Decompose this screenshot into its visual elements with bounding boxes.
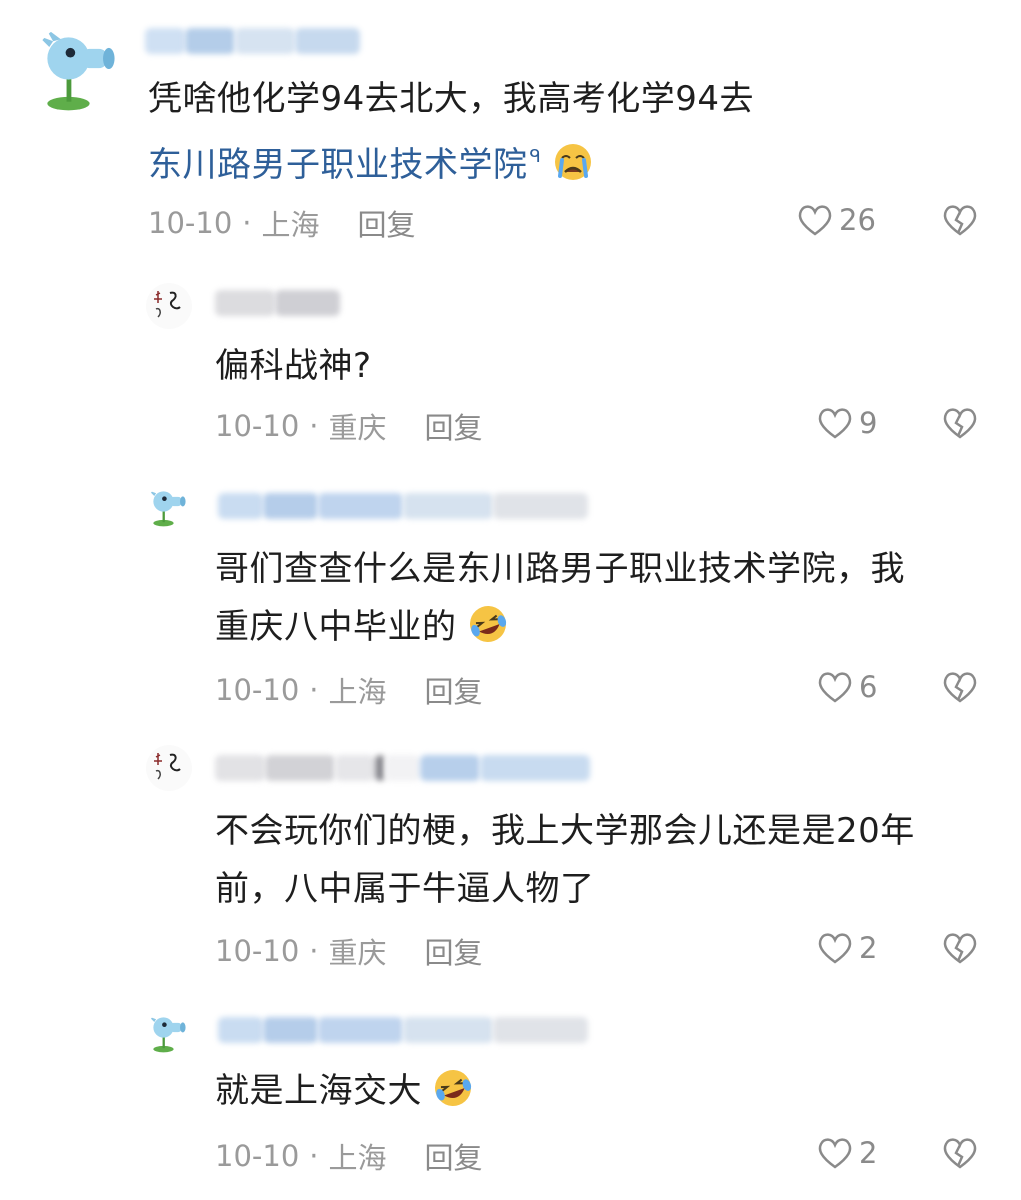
comment-text-line: 哥们查查什么是东川路男子职业技术学院，我 bbox=[215, 549, 905, 589]
like-button[interactable]: 9 bbox=[815, 403, 877, 443]
broken-heart-icon bbox=[943, 1138, 977, 1169]
comment-location: 重庆 bbox=[328, 411, 387, 445]
comment-date: 10-10 bbox=[215, 934, 300, 968]
crying-face-icon bbox=[553, 142, 593, 182]
broken-heart-icon bbox=[943, 933, 977, 964]
comment-date: 10-10 bbox=[148, 206, 233, 240]
broken-heart-icon bbox=[943, 205, 977, 236]
comment-meta: 10-10 · 上海 回复 bbox=[215, 1135, 483, 1177]
calligraphy-avatar[interactable] bbox=[146, 745, 192, 791]
heart-icon bbox=[818, 933, 852, 964]
rofl-face-icon bbox=[468, 604, 508, 644]
search-link[interactable]: 东川路男子职业技术学院 bbox=[148, 145, 528, 185]
reply-button[interactable]: 回复 bbox=[358, 202, 416, 244]
separator-dot: · bbox=[309, 934, 319, 968]
like-count: 9 bbox=[859, 406, 878, 440]
comment-text: 哥们查查什么是东川路男子职业技术学院，我 重庆八中毕业的 bbox=[215, 540, 905, 656]
comment-date: 10-10 bbox=[215, 1139, 300, 1173]
blurred-username bbox=[218, 493, 588, 519]
separator-dot: · bbox=[242, 206, 252, 240]
calligraphy-icon bbox=[146, 745, 192, 791]
comment-text-line: 就是上海交大 bbox=[215, 1062, 473, 1120]
comment-text-line: 偏科战神? bbox=[215, 346, 372, 386]
like-count: 2 bbox=[859, 931, 878, 965]
peashooter-avatar[interactable] bbox=[146, 484, 192, 530]
separator-dot: · bbox=[309, 1139, 319, 1173]
comment-text-line: 重庆八中毕业的 bbox=[215, 598, 905, 656]
heart-icon bbox=[798, 205, 832, 236]
broken-heart-icon bbox=[943, 408, 977, 439]
reply-button[interactable]: 回复 bbox=[425, 1135, 483, 1177]
peashooter-icon bbox=[148, 490, 186, 527]
rofl-face-icon bbox=[433, 1068, 473, 1108]
like-count: 6 bbox=[859, 670, 878, 704]
reply-button[interactable]: 回复 bbox=[425, 930, 483, 972]
calligraphy-icon bbox=[146, 283, 192, 329]
comment-text: 偏科战神? bbox=[215, 337, 372, 395]
comment-text: 不会玩你们的梗，我上大学那会儿还是是20年 前，八中属于牛逼人物了 bbox=[215, 802, 915, 918]
dislike-button[interactable] bbox=[940, 667, 980, 707]
reply-button[interactable]: 回复 bbox=[425, 669, 483, 711]
comment-meta: 10-10 · 重庆 回复 bbox=[215, 930, 483, 972]
comment-text-fragment: 就是上海交大 bbox=[215, 1071, 422, 1111]
blurred-username bbox=[215, 755, 590, 781]
like-count: 2 bbox=[859, 1136, 878, 1170]
like-count: 26 bbox=[839, 203, 876, 237]
comment-text-line: 不会玩你们的梗，我上大学那会儿还是是20年 bbox=[215, 811, 915, 851]
heart-icon bbox=[818, 408, 852, 439]
peashooter-icon bbox=[37, 27, 115, 111]
comment-date: 10-10 bbox=[215, 409, 300, 443]
dislike-button[interactable] bbox=[940, 1133, 980, 1173]
reply-button[interactable]: 回复 bbox=[425, 405, 483, 447]
comment-text-line: 凭啥他化学94去北大，我高考化学94去 bbox=[148, 79, 755, 119]
comment-meta: 10-10 · 重庆 回复 bbox=[215, 405, 483, 447]
comment-text-line: 东川路男子职业技术学院 ᑫ bbox=[148, 128, 754, 194]
search-icon[interactable]: ᑫ bbox=[530, 146, 542, 167]
comment-text: 凭啥他化学94去北大，我高考化学94去 东川路男子职业技术学院 ᑫ bbox=[148, 70, 754, 194]
peashooter-avatar[interactable] bbox=[32, 22, 128, 118]
peashooter-avatar[interactable] bbox=[146, 1010, 192, 1056]
comment-location: 上海 bbox=[328, 1141, 387, 1175]
comment-text: 就是上海交大 bbox=[215, 1062, 473, 1120]
calligraphy-avatar[interactable] bbox=[146, 283, 192, 329]
comment-location: 上海 bbox=[328, 675, 387, 709]
comment-location: 重庆 bbox=[328, 936, 387, 970]
comment-text-line: 前，八中属于牛逼人物了 bbox=[215, 869, 595, 909]
like-button[interactable]: 26 bbox=[795, 200, 876, 240]
blurred-username bbox=[145, 28, 360, 54]
comment-text-fragment: 重庆八中毕业的 bbox=[215, 607, 457, 647]
broken-heart-icon bbox=[943, 672, 977, 703]
comment-location: 上海 bbox=[261, 208, 320, 242]
heart-icon bbox=[818, 672, 852, 703]
blurred-username bbox=[218, 1017, 588, 1043]
like-button[interactable]: 2 bbox=[815, 1133, 877, 1173]
comment-meta: 10-10 · 上海 回复 bbox=[215, 669, 483, 711]
blurred-username bbox=[215, 290, 340, 316]
like-button[interactable]: 2 bbox=[815, 928, 877, 968]
dislike-button[interactable] bbox=[940, 200, 980, 240]
comment-meta: 10-10 · 上海 回复 bbox=[148, 202, 416, 244]
separator-dot: · bbox=[309, 409, 319, 443]
heart-icon bbox=[818, 1138, 852, 1169]
separator-dot: · bbox=[309, 673, 319, 707]
comment-date: 10-10 bbox=[215, 673, 300, 707]
peashooter-icon bbox=[148, 1016, 186, 1053]
dislike-button[interactable] bbox=[940, 403, 980, 443]
dislike-button[interactable] bbox=[940, 928, 980, 968]
like-button[interactable]: 6 bbox=[815, 667, 877, 707]
